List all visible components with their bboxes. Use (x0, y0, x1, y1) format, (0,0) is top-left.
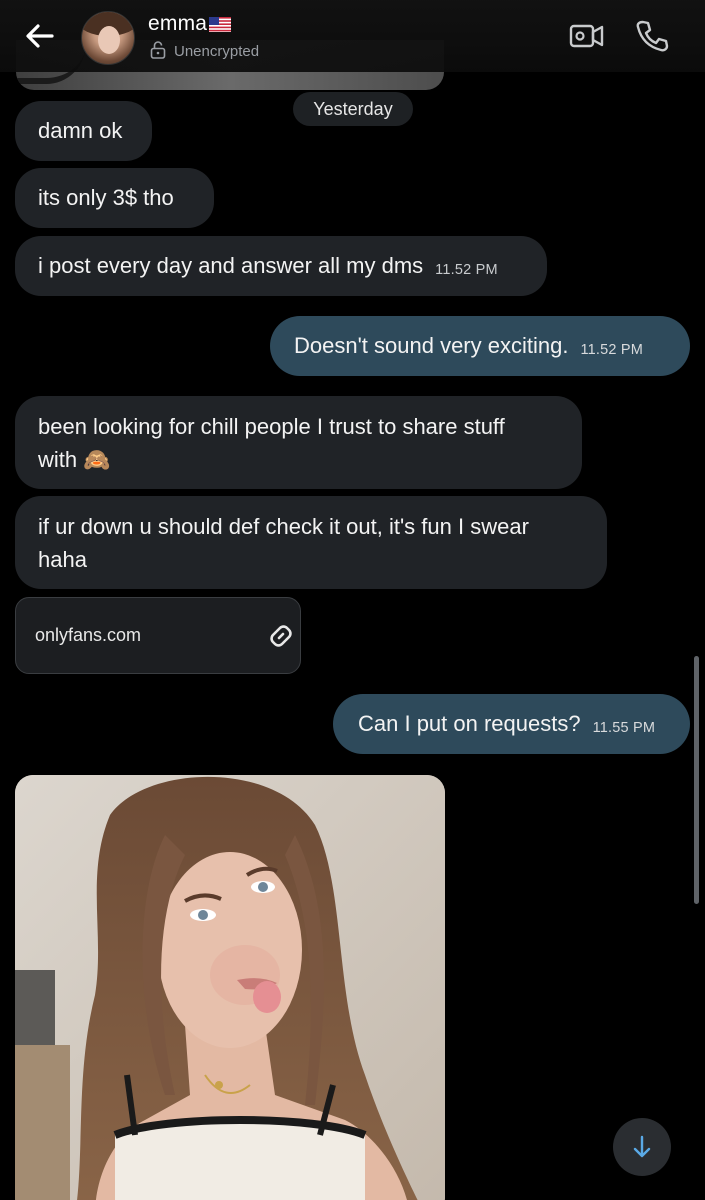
image-message[interactable] (15, 775, 445, 1200)
link-url[interactable]: onlyfans.com (35, 625, 141, 646)
message-timestamp: 11.52 PM (435, 262, 498, 278)
message-text: if ur down u should def check it out, it… (38, 514, 529, 539)
message-timestamp: 11.55 PM (592, 720, 656, 736)
encryption-status: Unencrypted (150, 41, 259, 63)
message-text: i post every day and answer all my dms (38, 253, 424, 278)
message-timestamp: 11.52 PM (580, 342, 644, 358)
link-preview[interactable]: onlyfans.com (15, 597, 301, 674)
back-arrow-icon[interactable] (22, 18, 58, 54)
message-text: been looking for chill people I trust to… (38, 414, 505, 439)
day-separator: Yesterday (293, 92, 413, 126)
message-incoming[interactable]: its only 3$ tho (15, 168, 214, 228)
scroll-to-bottom-button[interactable] (613, 1118, 671, 1176)
chat-header: emma Unencrypted (0, 0, 705, 72)
message-text-line2: with 🙈 (38, 447, 111, 472)
chat-screen: emma Unencrypted Yesterday damn ok its o… (0, 0, 705, 1200)
lock-open-icon (150, 41, 166, 63)
scrollbar[interactable] (694, 656, 699, 904)
message-outgoing[interactable]: Can I put on requests? 11.55 PM (333, 694, 690, 754)
message-text: Doesn't sound very exciting. (294, 333, 569, 358)
message-outgoing[interactable]: Doesn't sound very exciting. 11.52 PM (270, 316, 690, 376)
message-text: its only 3$ tho (38, 185, 174, 210)
encryption-status-text: Unencrypted (174, 43, 260, 60)
message-incoming[interactable]: been looking for chill people I trust to… (15, 396, 582, 489)
message-incoming[interactable]: damn ok (15, 101, 152, 161)
link-icon[interactable] (264, 619, 298, 658)
video-call-icon[interactable] (569, 19, 605, 58)
contact-name[interactable]: emma (148, 12, 232, 38)
arrow-down-icon (633, 1135, 651, 1158)
message-incoming[interactable]: if ur down u should def check it out, it… (15, 496, 607, 589)
avatar[interactable] (81, 11, 135, 65)
message-text: Can I put on requests? (358, 711, 581, 736)
selfie-photo (15, 775, 445, 1200)
message-text-line2: haha (38, 547, 87, 572)
us-flag-icon (209, 14, 232, 38)
message-text: damn ok (38, 118, 123, 143)
phone-icon[interactable] (635, 19, 669, 58)
message-incoming[interactable]: i post every day and answer all my dms 11… (15, 236, 547, 296)
contact-name-text: emma (148, 12, 208, 35)
